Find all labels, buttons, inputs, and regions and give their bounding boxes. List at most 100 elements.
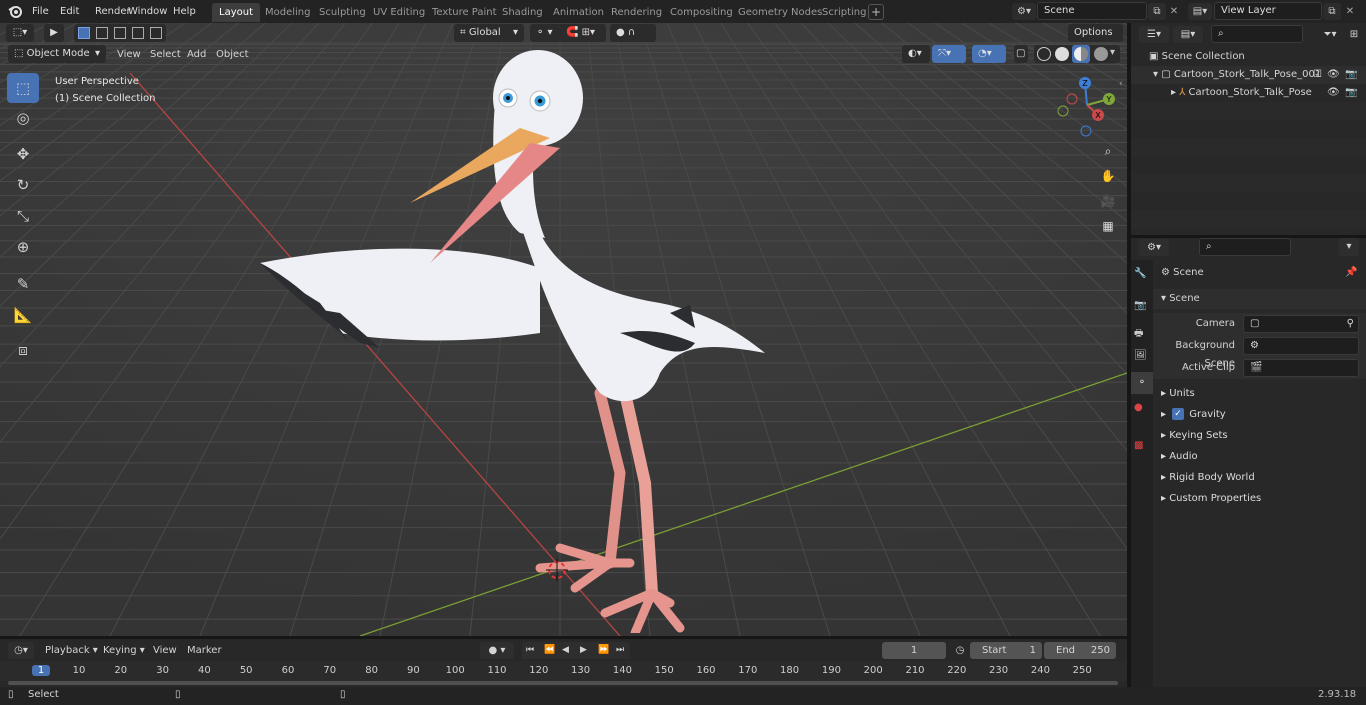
timeline-menu-playback[interactable]: Playback ▾: [40, 642, 103, 659]
playhead-frame-indicator[interactable]: 1: [32, 665, 50, 676]
new-collection-icon[interactable]: ⊞: [1347, 26, 1361, 43]
expand-arrow-icon[interactable]: ▾: [1153, 69, 1161, 80]
keying-sets-subpanel[interactable]: ▸ Keying Sets: [1153, 425, 1366, 446]
properties-search-input[interactable]: ⌕: [1199, 238, 1291, 256]
outliner-row-collection[interactable]: ▾ ▢ Cartoon_Stork_Talk_Pose_001 ☑ 👁 📷: [1131, 66, 1366, 84]
exclude-checkbox[interactable]: ☑: [1313, 66, 1322, 84]
copy-view-layer-icon[interactable]: ⧉: [1323, 3, 1341, 20]
viewport-menu-add[interactable]: Add: [182, 47, 211, 63]
visibility-eye-icon[interactable]: 👁: [1327, 84, 1340, 102]
tab-modeling[interactable]: Modeling: [258, 3, 318, 22]
menu-window[interactable]: Window: [122, 3, 173, 20]
properties-options-icon[interactable]: ▾: [1339, 238, 1359, 256]
pin-icon[interactable]: 📌: [1345, 262, 1357, 284]
jump-start-icon[interactable]: ⏮: [526, 642, 534, 659]
viewport-menu-object[interactable]: Object: [211, 47, 254, 63]
tab-texture-paint[interactable]: Texture Paint: [425, 3, 504, 22]
wireframe-shading-icon[interactable]: [1037, 47, 1051, 61]
active-clip-field[interactable]: 🎬: [1243, 359, 1359, 377]
menu-help[interactable]: Help: [167, 3, 202, 20]
tool-tab-icon[interactable]: 🔧: [1134, 268, 1146, 279]
select-invert-icon[interactable]: [132, 27, 144, 39]
material-preview-icon[interactable]: [1072, 45, 1090, 63]
tab-animation[interactable]: Animation: [546, 3, 611, 22]
prev-keyframe-icon[interactable]: ⏪: [544, 642, 555, 659]
navigation-gizmo[interactable]: Z Y X: [1052, 75, 1122, 139]
transform-orientation-dropdown[interactable]: ⌗ Global ▾: [454, 24, 524, 42]
outliner-row-object[interactable]: ▸ ⅄ Cartoon_Stork_Talk_Pose 👁 📷: [1131, 84, 1366, 102]
timeline-menu-marker[interactable]: Marker: [182, 642, 227, 659]
gravity-checkbox[interactable]: ✓: [1172, 408, 1184, 420]
options-dropdown[interactable]: Options ▾: [1068, 24, 1123, 56]
rendered-shading-icon[interactable]: [1094, 47, 1108, 61]
close-view-layer-icon[interactable]: ✕: [1342, 3, 1358, 20]
tab-uv-editing[interactable]: UV Editing: [366, 3, 432, 22]
tab-shading[interactable]: Shading: [495, 3, 550, 22]
tab-layout[interactable]: Layout: [212, 3, 260, 22]
render-camera-icon[interactable]: 📷: [1345, 84, 1357, 102]
select-box-tool-icon[interactable]: ⬚: [7, 73, 39, 103]
scene-tab-icon[interactable]: ⚬: [1131, 372, 1153, 394]
camera-field[interactable]: ▢ ⚲: [1243, 315, 1359, 333]
add-cube-tool-icon[interactable]: ⧈: [7, 335, 39, 365]
scene-browse-icon[interactable]: ⚙▾: [1012, 3, 1036, 20]
tab-scripting[interactable]: Scripting: [815, 3, 873, 22]
expand-arrow-icon[interactable]: ▸: [1171, 87, 1179, 98]
next-keyframe-icon[interactable]: ⏩: [598, 642, 609, 659]
view-layer-tab-icon[interactable]: 🖼: [1134, 350, 1147, 361]
tab-sculpting[interactable]: Sculpting: [312, 3, 373, 22]
visibility-dropdown[interactable]: ◐▾: [902, 45, 930, 63]
shading-options-icon[interactable]: ▾: [1110, 47, 1115, 58]
select-tool-icon[interactable]: ▶: [44, 24, 64, 42]
visibility-eye-icon[interactable]: 👁: [1327, 66, 1340, 84]
viewport-menu-select[interactable]: Select: [145, 47, 186, 63]
measure-tool-icon[interactable]: 📐: [7, 300, 39, 330]
world-tab-icon[interactable]: ●: [1134, 402, 1143, 413]
area-splitter[interactable]: [1127, 23, 1131, 687]
snap-toggle[interactable]: 🧲 ⊞▾: [560, 24, 606, 42]
jump-end-icon[interactable]: ⏭: [616, 642, 624, 659]
eyedropper-icon[interactable]: ⚲: [1347, 316, 1354, 332]
scene-name-field[interactable]: Scene: [1037, 2, 1147, 20]
viewport-menu-view[interactable]: View: [112, 47, 146, 63]
select-subtract-icon[interactable]: [114, 27, 126, 39]
properties-editor-type-icon[interactable]: ⚙▾: [1139, 239, 1169, 256]
render-tab-icon[interactable]: 📷: [1134, 300, 1146, 311]
3d-viewport[interactable]: ⬚▾ ▶ ⌗ Global▾ ⚬ ▾ 🧲 ⊞▾ ● ∩ Options ▾ ⬚ …: [0, 23, 1127, 636]
play-icon[interactable]: ▶: [580, 642, 587, 659]
stork-model[interactable]: [240, 43, 780, 633]
mode-dropdown[interactable]: ⬚ Object Mode ▾: [8, 45, 106, 63]
start-frame-field[interactable]: Start 1: [970, 642, 1042, 659]
select-new-icon[interactable]: [78, 27, 90, 39]
timeline-menu-keying[interactable]: Keying ▾: [98, 642, 150, 659]
play-reverse-icon[interactable]: ◀: [562, 642, 569, 659]
select-extend-icon[interactable]: [96, 27, 108, 39]
select-intersect-icon[interactable]: [150, 27, 162, 39]
view-layer-browse-icon[interactable]: ▤▾: [1188, 3, 1212, 20]
outliner-search-input[interactable]: ⌕: [1211, 25, 1303, 43]
output-tab-icon[interactable]: 🖶: [1134, 326, 1143, 343]
camera-view-icon[interactable]: 🎥: [1096, 190, 1120, 212]
3d-cursor-icon[interactable]: [546, 559, 568, 581]
area-splitter[interactable]: [0, 636, 1127, 639]
scale-tool-icon[interactable]: ⤡: [7, 201, 39, 231]
blender-logo-icon[interactable]: [8, 4, 23, 19]
solid-shading-icon[interactable]: [1055, 47, 1069, 61]
gizmo-toggle[interactable]: ⤧▾: [932, 45, 966, 63]
menu-file[interactable]: File: [26, 3, 55, 20]
rotate-tool-icon[interactable]: ↻: [7, 170, 39, 200]
xray-toggle[interactable]: ▢: [1014, 45, 1028, 63]
cursor-tool-icon[interactable]: ◎: [7, 103, 39, 133]
tab-rendering[interactable]: Rendering: [604, 3, 669, 22]
gravity-subpanel[interactable]: ▸ ✓ Gravity: [1153, 404, 1366, 425]
timeline-editor-type-icon[interactable]: ◷▾: [8, 642, 34, 659]
record-button[interactable]: ● ▾: [480, 642, 514, 659]
scene-panel-header[interactable]: ▾ Scene: [1153, 289, 1366, 309]
background-scene-field[interactable]: ⚙: [1243, 337, 1359, 355]
texture-tab-icon[interactable]: ▩: [1134, 440, 1143, 451]
move-tool-icon[interactable]: ✥: [7, 139, 39, 169]
outliner-editor-type-icon[interactable]: ☰▾: [1139, 26, 1169, 43]
overlay-toggle[interactable]: ◔▾: [972, 45, 1006, 63]
display-mode-icon[interactable]: ▤▾: [1173, 26, 1203, 43]
audio-subpanel[interactable]: ▸ Audio: [1153, 446, 1366, 467]
